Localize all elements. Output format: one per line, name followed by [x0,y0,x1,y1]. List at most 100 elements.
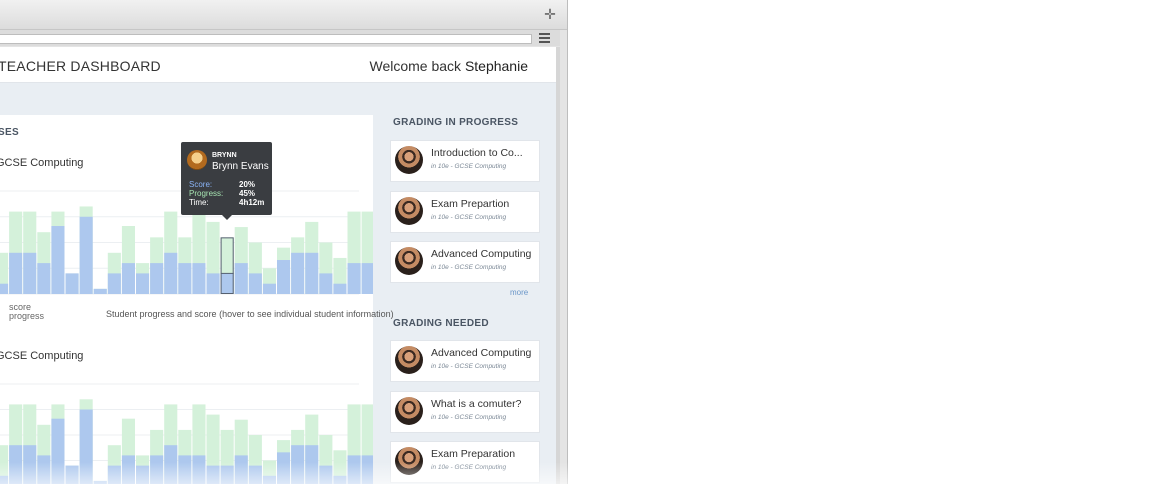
address-bar[interactable] [0,34,532,44]
hamburger-menu-icon[interactable] [539,33,550,44]
avatar [395,447,423,475]
score-bar[interactable] [65,273,79,294]
browser-window: ✛ TEACHER DASHBOARD Welcome back Stephan… [0,0,568,484]
score-bar[interactable] [150,455,164,484]
score-bar[interactable] [305,445,319,484]
avatar [395,346,423,374]
tooltip-first-name: BRYNN [212,152,237,159]
grading-needed-heading: GRADING NEEDED [393,318,489,329]
score-bar[interactable] [23,445,37,484]
score-bar[interactable] [136,465,150,484]
score-bar[interactable] [319,465,333,484]
score-bar[interactable] [291,445,305,484]
score-bar[interactable] [277,260,291,294]
score-bar[interactable] [248,273,262,294]
score-bar[interactable] [319,273,333,294]
score-bar[interactable] [333,283,347,294]
score-bar[interactable] [234,263,248,294]
chart-caption: Student progress and score (hover to see… [106,309,394,319]
tooltip-progress-label: Progress: [189,189,224,198]
tooltip-time-value: 4h12m [239,198,265,207]
dashboard-header: TEACHER DASHBOARD Welcome back Stephanie [0,47,556,83]
score-bar[interactable] [37,455,51,484]
grading-card[interactable]: Advanced Computing in 10e - GCSE Computi… [390,241,540,283]
window-titlebar: ✛ [0,0,567,30]
card-title: Exam Prepartion [431,198,510,210]
scrollbar[interactable] [556,47,560,484]
section-label: SES [0,127,19,138]
score-bar[interactable] [79,216,93,294]
score-bar[interactable] [192,455,206,484]
score-bar[interactable] [361,455,373,484]
card-class: in 10e - GCSE Computing [431,363,507,370]
avatar [187,150,207,170]
course-title-2[interactable]: GCSE Computing [0,350,83,362]
score-bar[interactable] [291,252,305,294]
avatar [395,247,423,275]
score-bar[interactable] [37,263,51,294]
score-bar[interactable] [107,465,121,484]
avatar [395,197,423,225]
grading-card[interactable]: Introduction to Co... in 10e - GCSE Comp… [390,140,540,182]
legend-progress: progress [9,311,45,321]
plus-move-icon[interactable]: ✛ [543,7,557,21]
score-bar[interactable] [136,273,150,294]
card-class: in 10e - GCSE Computing [431,163,507,170]
card-class: in 10e - GCSE Computing [431,464,507,471]
score-bar[interactable] [164,445,178,484]
score-bar[interactable] [150,263,164,294]
score-bar[interactable] [65,465,79,484]
card-title: Exam Preparation [431,448,516,460]
grading-card[interactable]: Advanced Computing in 10e - GCSE Computi… [390,340,540,382]
score-bar[interactable] [178,263,192,294]
score-bar[interactable] [262,283,276,294]
chart-legend: score progress [9,303,44,321]
grading-card[interactable]: Exam Prepartion in 10e - GCSE Computing [390,191,540,233]
grading-card[interactable]: What is a comuter? in 10e - GCSE Computi… [390,391,540,433]
score-bar[interactable] [107,273,121,294]
tooltip-score-value: 20% [239,180,256,189]
progress-score-chart-2[interactable] [0,380,373,484]
score-bar[interactable] [9,445,23,484]
welcome-message: Welcome back Stephanie [369,58,528,74]
score-bar[interactable] [79,409,93,484]
score-bar[interactable] [361,263,373,294]
student-tooltip: BRYNN Brynn Evans Score: 20% Progress: 4… [181,142,272,220]
card-title: Advanced Computing [431,248,532,260]
score-bar[interactable] [333,475,347,484]
score-bar[interactable] [206,465,220,484]
score-bar[interactable] [347,455,361,484]
score-bar[interactable] [220,465,234,484]
more-link[interactable]: more [510,288,528,297]
score-bar[interactable] [206,273,220,294]
score-bar[interactable] [305,252,319,294]
score-bar[interactable] [9,252,23,294]
score-bar[interactable] [51,226,65,294]
score-bar[interactable] [0,475,9,484]
score-bar[interactable] [121,263,135,294]
score-bar[interactable] [248,465,262,484]
score-bar[interactable] [234,455,248,484]
user-name: Stephanie [464,58,528,74]
score-bar[interactable] [164,252,178,294]
card-title: Introduction to Co... [431,147,523,159]
score-bar[interactable] [262,475,276,484]
score-bar[interactable] [23,252,37,294]
score-bar[interactable] [347,263,361,294]
score-bar[interactable] [51,418,65,484]
welcome-prefix: Welcome back [369,58,462,74]
card-class: in 10e - GCSE Computing [431,214,507,221]
dashboard-content: TEACHER DASHBOARD Welcome back Stephanie… [0,47,556,484]
score-bar[interactable] [178,455,192,484]
score-bar[interactable] [93,288,107,294]
grading-card[interactable]: Exam Preparation in 10e - GCSE Computing [390,441,540,483]
score-bar[interactable] [121,455,135,484]
score-bar[interactable] [0,283,9,294]
score-bar[interactable] [220,273,234,294]
course-title-1[interactable]: GCSE Computing [0,157,83,169]
tooltip-score-label: Score: [189,180,213,189]
score-bar[interactable] [277,452,291,484]
score-bar[interactable] [192,263,206,294]
avatar [395,146,423,174]
card-title: Advanced Computing [431,347,532,359]
